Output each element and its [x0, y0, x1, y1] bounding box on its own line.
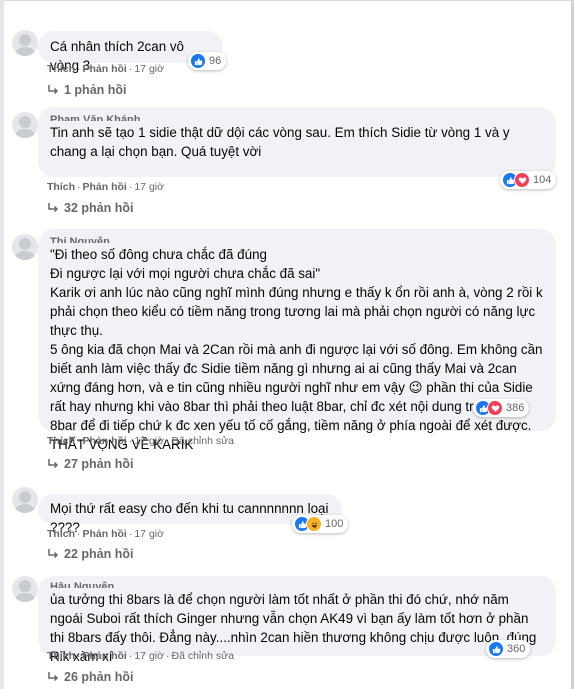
view-replies-link[interactable]: 27 phản hồi	[47, 456, 133, 472]
comment-bubble: Hậu Nguyễn ủa tưởng thi 8bars là để chọn…	[38, 576, 556, 664]
comment-text: Tin anh sẽ tạo 1 sidie thật dữ dội các v…	[50, 125, 514, 159]
replies-count: 26 phản hồi	[64, 670, 134, 684]
replies-count: 27 phản hồi	[64, 457, 134, 471]
top-border	[0, 0, 574, 1]
avatar[interactable]	[12, 576, 38, 602]
replies-count: 32 phản hồi	[64, 201, 134, 215]
reaction-summary[interactable]: 360	[486, 640, 531, 658]
like-button[interactable]: Thích	[47, 650, 75, 662]
reaction-summary[interactable]: 100	[292, 515, 349, 533]
reaction-count: 386	[506, 402, 525, 414]
reply-button[interactable]: Phản hồi	[83, 435, 127, 447]
timestamp[interactable]: 17 giờ	[134, 435, 164, 447]
view-replies-link[interactable]: 32 phản hồi	[47, 200, 133, 216]
edited-label: Đã chỉnh sửa	[171, 435, 234, 447]
reaction-count: 100	[325, 518, 344, 530]
reaction-count: 104	[533, 174, 552, 186]
comment-author[interactable]: Thi Nguyễn	[50, 236, 544, 243]
reply-button[interactable]: Phản hồi	[83, 63, 127, 75]
comment-actions: Thích · Phản hồi · 17 giờ	[47, 528, 164, 540]
love-reaction-icon	[487, 400, 503, 416]
timestamp[interactable]: 17 giờ	[134, 181, 164, 193]
comment-actions: Thích · Phản hồi · 17 giờ · Đã chỉnh sửa	[47, 435, 234, 447]
comment-author[interactable]: Phạm Văn Khánh	[50, 114, 544, 121]
avatar[interactable]	[12, 234, 38, 260]
comment-bubble: Phạm Văn Khánh Tin anh sẽ tạo 1 sidie th…	[38, 107, 556, 177]
like-button[interactable]: Thích	[47, 63, 75, 75]
reply-button[interactable]: Phản hồi	[83, 181, 127, 193]
reaction-summary[interactable]: 104	[500, 171, 557, 189]
reaction-count: 360	[507, 643, 526, 655]
reaction-count: 96	[209, 55, 222, 67]
comment-actions: Thích · Phản hồi · 17 giờ	[47, 63, 164, 75]
reaction-summary[interactable]: 386	[473, 399, 530, 417]
haha-reaction-icon	[306, 516, 322, 532]
like-reaction-icon	[190, 53, 206, 69]
timestamp[interactable]: 17 giờ	[134, 650, 164, 662]
like-button[interactable]: Thích	[47, 528, 75, 540]
comment-text: "Đi theo số đông chưa chắc đã đúng Đi ng…	[50, 247, 543, 452]
replies-count: 1 phản hồi	[64, 83, 127, 97]
reply-arrow-icon	[48, 459, 59, 469]
like-reaction-icon	[488, 641, 504, 657]
replies-count: 22 phản hồi	[64, 547, 134, 561]
avatar[interactable]	[12, 487, 38, 513]
left-border	[0, 0, 4, 689]
timestamp[interactable]: 17 giờ	[134, 528, 164, 540]
comment-actions: Thích · Phản hồi · 17 giờ	[47, 181, 164, 193]
avatar[interactable]	[12, 112, 38, 138]
edited-label: Đã chỉnh sửa	[171, 650, 234, 662]
avatar[interactable]	[12, 30, 38, 56]
view-replies-link[interactable]: 26 phản hồi	[47, 669, 133, 685]
reaction-summary[interactable]: 96	[188, 52, 227, 70]
timestamp[interactable]: 17 giờ	[134, 63, 164, 75]
reply-button[interactable]: Phản hồi	[83, 528, 127, 540]
like-button[interactable]: Thích	[47, 181, 75, 193]
reply-arrow-icon	[48, 549, 59, 559]
comment-actions: Thích · Phản hồi · 17 giờ · Đã chỉnh sửa	[47, 650, 234, 662]
view-replies-link[interactable]: 1 phản hồi	[47, 82, 127, 98]
love-reaction-icon	[514, 172, 530, 188]
view-replies-link[interactable]: 22 phản hồi	[47, 546, 133, 562]
reply-arrow-icon	[48, 203, 59, 213]
like-button[interactable]: Thích	[47, 435, 75, 447]
reply-button[interactable]: Phản hồi	[83, 650, 127, 662]
reply-arrow-icon	[48, 85, 59, 95]
comment-author[interactable]: Hậu Nguyễn	[50, 581, 544, 588]
reply-arrow-icon	[48, 672, 59, 682]
